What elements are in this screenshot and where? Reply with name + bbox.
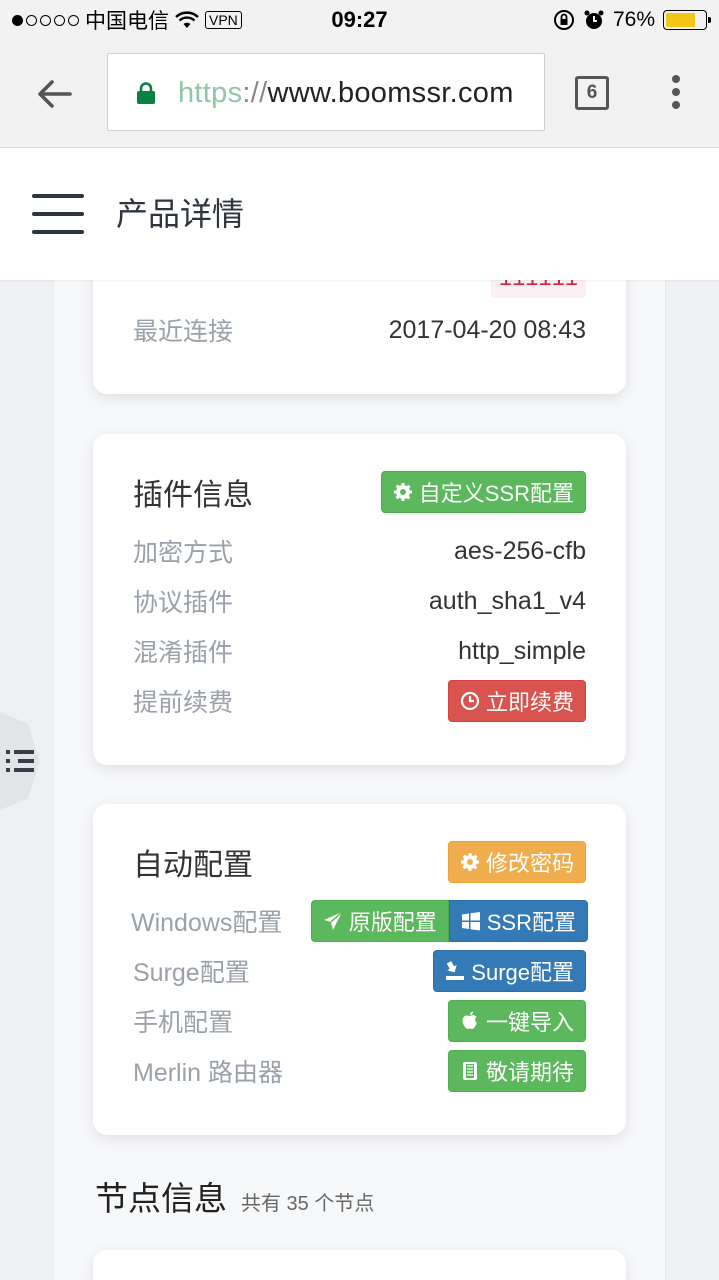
encryption-label: 加密方式: [133, 539, 234, 567]
apple-icon: [460, 1011, 480, 1031]
protocol-value: auth_sha1_v4: [428, 586, 586, 615]
gear-icon: [393, 482, 413, 502]
surge-config-button-label: Surge配置: [471, 960, 574, 985]
obfs-value: http_simple: [458, 636, 586, 665]
merlin-router-row: Merlin 路由器 敬请期待: [133, 1050, 586, 1092]
hamburger-menu-icon[interactable]: [32, 194, 84, 236]
battery-fill: [666, 13, 695, 27]
one-click-import-button[interactable]: 一键导入: [447, 1000, 586, 1042]
windows-icon: [461, 911, 481, 931]
windows-config-row: Windows配置 原版配置 SSR配置: [131, 900, 588, 942]
windows-config-label: Windows配置: [131, 909, 283, 937]
more-menu-icon[interactable]: [670, 75, 682, 115]
custom-ssr-config-label: 自定义SSR配置: [418, 481, 574, 506]
encryption-row: 加密方式 aes-256-cfb: [133, 531, 586, 571]
renew-label: 提前续费: [133, 689, 234, 717]
renew-row: 提前续费 立即续费: [133, 680, 586, 722]
nodes-title: 节点信息: [95, 1180, 227, 1217]
plugin-card-title: 插件信息: [133, 479, 253, 512]
one-click-import-label: 一键导入: [485, 1010, 574, 1035]
page-title: 产品详情: [116, 196, 245, 232]
auto-card-header: 自动配置 修改密码: [133, 840, 586, 884]
rotation-lock-icon: [553, 10, 574, 30]
page-header: 产品详情: [0, 148, 719, 280]
lock-icon: [137, 82, 155, 104]
last-connect-row: 最近连接 2017-04-20 08:43: [133, 310, 586, 350]
plugin-info-card: 插件信息 自定义SSR配置 加密方式 aes-256-cfb 协议插件 auth…: [93, 434, 626, 765]
sd-card-icon: [460, 1061, 480, 1081]
surge-config-label: Surge配置: [133, 959, 250, 987]
windows-config-button-group: 原版配置 SSR配置: [310, 900, 588, 942]
download-icon: [445, 961, 465, 981]
browser-toolbar: https://www.boomssr.com 6: [0, 40, 719, 148]
clock-icon: [460, 691, 480, 711]
surge-config-row: Surge配置 Surge配置: [133, 950, 586, 992]
windows-ssr-config-label: SSR配置: [486, 910, 576, 935]
gear-icon: [460, 852, 480, 872]
url-separator: ://: [242, 77, 268, 109]
battery-percent: 76%: [612, 8, 655, 31]
last-connect-value: 2017-04-20 08:43: [388, 315, 586, 344]
windows-original-config-label: 原版配置: [348, 910, 437, 935]
encryption-value: aes-256-cfb: [453, 536, 586, 565]
coming-soon-label: 敬请期待: [485, 1060, 574, 1085]
mobile-config-label: 手机配置: [133, 1009, 234, 1037]
obfs-row: 混淆插件 http_simple: [133, 631, 586, 671]
windows-ssr-config-button[interactable]: SSR配置: [448, 900, 588, 942]
tab-switcher-button[interactable]: 6: [575, 76, 609, 110]
alarm-icon: [584, 10, 604, 29]
paper-plane-icon: [323, 911, 343, 931]
status-bar: 中国电信 VPN 09:27 76%: [0, 0, 719, 40]
windows-original-config-button[interactable]: 原版配置: [310, 900, 449, 942]
back-button[interactable]: [34, 74, 74, 114]
last-connect-label: 最近连接: [133, 318, 234, 346]
merlin-router-label: Merlin 路由器: [133, 1059, 284, 1087]
obfs-label: 混淆插件: [133, 639, 234, 667]
auto-card-title: 自动配置: [133, 849, 253, 882]
coming-soon-button[interactable]: 敬请期待: [447, 1050, 586, 1092]
change-password-label: 修改密码: [485, 851, 574, 876]
change-password-button[interactable]: 修改密码: [447, 841, 586, 883]
renew-now-label: 立即续费: [485, 690, 574, 715]
node-list-card: [93, 1250, 626, 1280]
back-arrow-icon: [38, 80, 72, 108]
nodes-section-title: 节点信息 共有 35 个节点: [95, 1172, 374, 1220]
auto-config-card: 自动配置 修改密码 Windows配置 原版配置 SSR配置 Surge配置 S…: [93, 804, 626, 1135]
side-drawer-handle[interactable]: [0, 712, 40, 810]
url-text: https://www.boomssr.com: [178, 76, 514, 110]
list-indent-icon: [6, 750, 34, 772]
url-host: www.boomssr.com: [267, 77, 514, 109]
mobile-config-row: 手机配置 一键导入: [133, 1000, 586, 1042]
url-scheme: https: [178, 77, 243, 109]
status-right: 76%: [553, 0, 711, 40]
surge-config-button[interactable]: Surge配置: [433, 950, 586, 992]
battery-icon: [663, 10, 711, 30]
address-bar[interactable]: https://www.boomssr.com: [107, 53, 545, 131]
plugin-card-header: 插件信息 自定义SSR配置: [133, 470, 586, 514]
protocol-row: 协议插件 auth_sha1_v4: [133, 581, 586, 621]
nodes-count: 共有 35 个节点: [241, 1193, 375, 1215]
protocol-label: 协议插件: [133, 589, 234, 617]
renew-now-button[interactable]: 立即续费: [447, 680, 586, 722]
custom-ssr-config-button[interactable]: 自定义SSR配置: [380, 471, 586, 513]
